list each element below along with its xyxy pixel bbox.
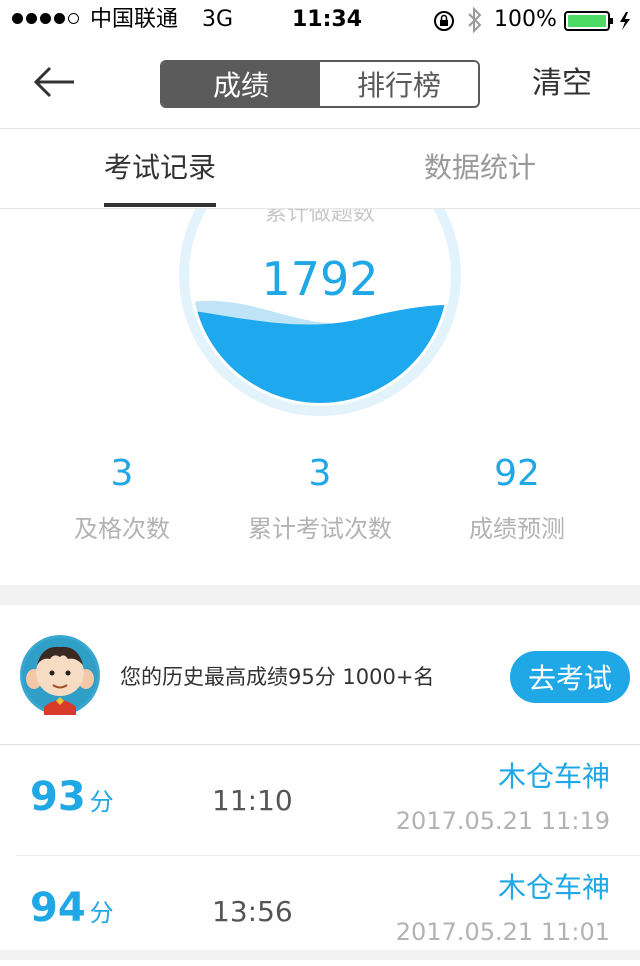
stat-pass-count-label: 及格次数 (74, 515, 170, 543)
bluetooth-icon (468, 6, 482, 34)
section-divider (0, 585, 640, 605)
record-score-unit: 分 (89, 788, 114, 816)
active-tab-indicator (104, 203, 216, 207)
clear-button[interactable]: 清空 (532, 66, 592, 102)
record-score: 94 分 (30, 884, 114, 937)
tab-bar: 考试记录 数据统计 (0, 128, 640, 209)
clock: 11:34 (292, 7, 363, 32)
progress-gauge: 累计做题数 1792 (0, 209, 640, 429)
stat-score-prediction: 92 (494, 453, 540, 494)
segmented-control: 成绩 排行榜 (160, 60, 480, 108)
record-score-value: 93 (30, 774, 86, 820)
avatar (20, 635, 100, 715)
gauge-graphic (179, 209, 461, 416)
best-score-text: 您的历史最高成绩95分 1000+名 (120, 665, 435, 689)
record-score-unit: 分 (89, 899, 114, 927)
segment-ranking[interactable]: 排行榜 (320, 62, 478, 106)
stat-exam-count: 3 (308, 453, 332, 494)
gauge-value: 1792 (261, 252, 379, 306)
record-row[interactable]: 93 分 11:10 木仓车神 2017.05.21 11:19 (16, 745, 640, 856)
stat-exam-count-label: 累计考试次数 (248, 515, 392, 543)
bottom-divider (0, 950, 640, 960)
go-exam-button[interactable]: 去考试 (510, 651, 630, 703)
tab-exam-records[interactable]: 考试记录 (104, 150, 216, 186)
back-arrow-icon[interactable] (30, 62, 78, 102)
network-type: 3G (202, 7, 234, 32)
stat-pass-count: 3 (110, 453, 134, 494)
record-score: 93 分 (30, 773, 114, 826)
battery-icon (564, 11, 630, 31)
carrier-name: 中国联通 (90, 7, 179, 32)
record-duration: 13:56 (212, 895, 293, 928)
best-score-row: 您的历史最高成绩95分 1000+名 去考试 (0, 605, 640, 745)
orientation-lock-icon (434, 11, 454, 31)
tab-data-statistics[interactable]: 数据统计 (424, 150, 536, 186)
record-user-name: 木仓车神 (497, 760, 610, 793)
signal-strength-icon (12, 13, 79, 24)
battery-percent: 100% (494, 7, 557, 32)
record-date: 2017.05.21 11:01 (395, 918, 610, 946)
stat-score-prediction-label: 成绩预测 (469, 515, 565, 543)
gauge-label: 累计做题数 (264, 209, 375, 226)
nav-bar: 成绩 排行榜 清空 (0, 40, 640, 129)
record-duration: 11:10 (212, 784, 293, 817)
record-score-value: 94 (30, 885, 86, 931)
record-date: 2017.05.21 11:19 (395, 807, 610, 835)
segment-scores[interactable]: 成绩 (162, 62, 320, 106)
record-user-name: 木仓车神 (497, 871, 610, 904)
status-bar: 中国联通 3G 11:34 100% (0, 0, 640, 40)
